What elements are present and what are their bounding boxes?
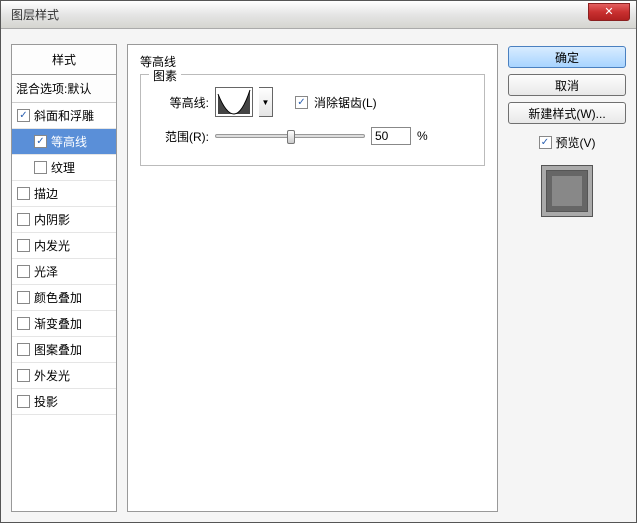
style-item[interactable]: 投影 [12, 389, 116, 415]
style-item[interactable]: 纹理 [12, 155, 116, 181]
style-label: 外发光 [34, 367, 70, 384]
chevron-down-icon: ▼ [262, 98, 270, 107]
contour-label: 等高线: [151, 94, 209, 111]
range-slider[interactable] [215, 134, 365, 138]
range-unit: % [417, 129, 428, 143]
style-item[interactable]: 图案叠加 [12, 337, 116, 363]
style-label: 光泽 [34, 263, 58, 280]
style-label: 斜面和浮雕 [34, 107, 94, 124]
titlebar[interactable]: 图层样式 ✕ [1, 1, 636, 29]
style-item[interactable]: 内发光 [12, 233, 116, 259]
range-label: 范围(R): [151, 128, 209, 145]
style-label: 渐变叠加 [34, 315, 82, 332]
range-slider-thumb[interactable] [287, 130, 295, 144]
style-checkbox[interactable] [17, 265, 30, 278]
cancel-button[interactable]: 取消 [508, 74, 626, 96]
preview-checkbox[interactable] [539, 136, 552, 149]
preview-swatch [541, 165, 593, 217]
contour-picker[interactable] [215, 87, 253, 117]
style-label: 颜色叠加 [34, 289, 82, 306]
contour-dropdown[interactable]: ▼ [259, 87, 273, 117]
style-checkbox[interactable] [17, 239, 30, 252]
ok-button[interactable]: 确定 [508, 46, 626, 68]
style-item[interactable]: 外发光 [12, 363, 116, 389]
styles-list: 斜面和浮雕等高线纹理描边内阴影内发光光泽颜色叠加渐变叠加图案叠加外发光投影 [12, 103, 116, 415]
preview-row: 预览(V) [508, 134, 626, 151]
style-checkbox[interactable] [17, 343, 30, 356]
style-checkbox[interactable] [17, 369, 30, 382]
settings-panel: 等高线 图素 等高线: ▼ [127, 44, 498, 512]
style-label: 投影 [34, 393, 58, 410]
contour-curve-icon [216, 88, 252, 116]
elements-fieldset: 图素 等高线: ▼ 消除锯齿(L) [140, 74, 485, 166]
style-item[interactable]: 内阴影 [12, 207, 116, 233]
style-item[interactable]: 等高线 [12, 129, 116, 155]
style-checkbox[interactable] [34, 135, 47, 148]
style-checkbox[interactable] [17, 187, 30, 200]
styles-header: 样式 [12, 45, 116, 75]
actions-panel: 确定 取消 新建样式(W)... 预览(V) [508, 44, 626, 512]
settings-title: 等高线 [140, 53, 485, 70]
style-item[interactable]: 斜面和浮雕 [12, 103, 116, 129]
window-title: 图层样式 [11, 6, 59, 23]
style-label: 内发光 [34, 237, 70, 254]
style-checkbox[interactable] [17, 291, 30, 304]
contour-row: 等高线: ▼ 消除锯齿(L) [151, 87, 474, 117]
style-checkbox[interactable] [17, 317, 30, 330]
style-label: 纹理 [51, 159, 75, 176]
preview-label: 预览(V) [556, 134, 596, 151]
style-checkbox[interactable] [34, 161, 47, 174]
dialog-body: 样式 混合选项:默认 斜面和浮雕等高线纹理描边内阴影内发光光泽颜色叠加渐变叠加图… [1, 29, 636, 522]
antialias-checkbox[interactable] [295, 96, 308, 109]
range-row: 范围(R): % [151, 127, 474, 145]
antialias-label: 消除锯齿(L) [314, 94, 377, 111]
style-item[interactable]: 光泽 [12, 259, 116, 285]
new-style-button[interactable]: 新建样式(W)... [508, 102, 626, 124]
style-item[interactable]: 颜色叠加 [12, 285, 116, 311]
style-label: 描边 [34, 185, 58, 202]
style-checkbox[interactable] [17, 213, 30, 226]
style-item[interactable]: 渐变叠加 [12, 311, 116, 337]
style-checkbox[interactable] [17, 109, 30, 122]
style-label: 内阴影 [34, 211, 70, 228]
style-checkbox[interactable] [17, 395, 30, 408]
style-item[interactable]: 描边 [12, 181, 116, 207]
range-input[interactable] [371, 127, 411, 145]
close-button[interactable]: ✕ [588, 3, 630, 21]
fieldset-legend: 图素 [149, 67, 181, 84]
blend-options-row[interactable]: 混合选项:默认 [12, 75, 116, 103]
layer-style-dialog: 图层样式 ✕ 样式 混合选项:默认 斜面和浮雕等高线纹理描边内阴影内发光光泽颜色… [0, 0, 637, 523]
styles-panel: 样式 混合选项:默认 斜面和浮雕等高线纹理描边内阴影内发光光泽颜色叠加渐变叠加图… [11, 44, 117, 512]
style-label: 等高线 [51, 133, 87, 150]
style-label: 图案叠加 [34, 341, 82, 358]
